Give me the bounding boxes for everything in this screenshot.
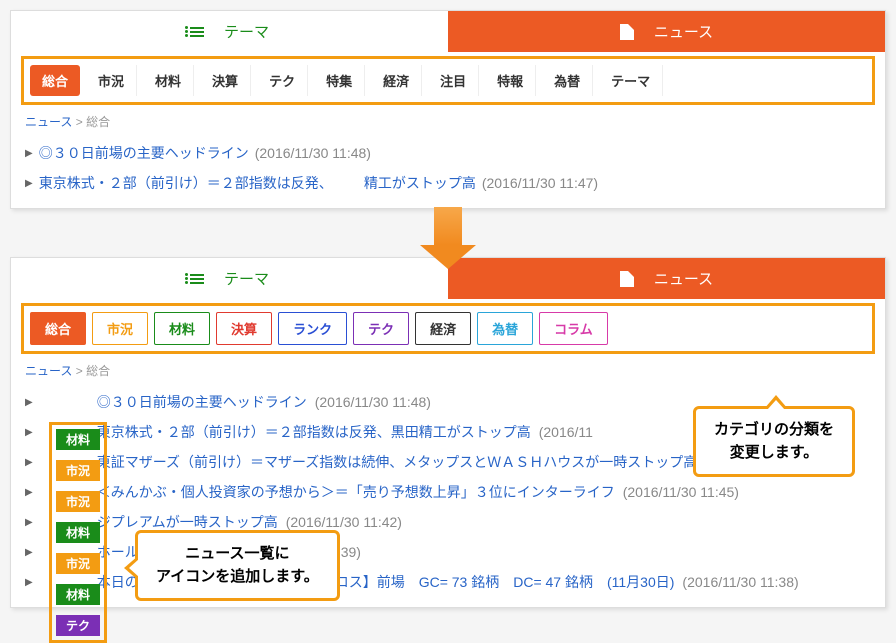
news-link[interactable]: ◎３０日前場の主要ヘッドライン: [39, 143, 249, 163]
category-highlight-before: 総合市況材料決算テク特集経済注目特報為替テーマ: [21, 56, 875, 105]
news-link[interactable]: ◎３０日前場の主要ヘッドライン: [97, 392, 307, 412]
chevron-right-icon: ▶: [25, 427, 33, 438]
category-tab-特報[interactable]: 特報: [485, 65, 536, 96]
chevron-right-icon: ▶: [25, 148, 33, 159]
category-badge: 材料: [56, 522, 100, 543]
category-tab-コラム[interactable]: コラム: [539, 312, 608, 345]
category-tab-市況[interactable]: 市況: [86, 65, 137, 96]
tab-theme[interactable]: テーマ: [11, 11, 448, 52]
category-tab-決算[interactable]: 決算: [200, 65, 251, 96]
arrow-down-icon: [420, 207, 476, 267]
category-tab-特集[interactable]: 特集: [314, 65, 365, 96]
news-timestamp: (2016/11/30 11:38): [682, 574, 798, 590]
chevron-right-icon: ▶: [25, 577, 33, 588]
category-tab-経済[interactable]: 経済: [415, 312, 471, 345]
chevron-right-icon: ▶: [25, 517, 33, 528]
tab-news[interactable]: ニュース: [448, 258, 885, 299]
chevron-right-icon: ▶: [25, 397, 33, 408]
news-timestamp: (2016/11/30 11:45): [623, 484, 739, 500]
news-item[interactable]: ▶ 東京株式・２部（前引け）＝２部指数は反発、 精工がストップ高 (2016/1…: [21, 168, 875, 198]
tab-theme[interactable]: テーマ: [11, 258, 448, 299]
panel-after: テーマ ニュース 総合市況材料決算ランクテク経済為替コラム ニュース > 総合 …: [10, 257, 886, 608]
document-icon: [620, 271, 634, 287]
category-badge: テク: [56, 615, 100, 636]
breadcrumb-root[interactable]: ニュース: [25, 364, 72, 378]
callout-category: カテゴリの分類を変更します。: [693, 406, 855, 477]
category-tab-テク[interactable]: テク: [257, 65, 308, 96]
category-badge: 市況: [56, 460, 100, 481]
category-tab-為替[interactable]: 為替: [542, 65, 593, 96]
news-link[interactable]: 東京株式・２部（前引け）＝２部指数は反発、黒田精工がストップ高: [97, 422, 531, 442]
news-link[interactable]: ジプレアムが一時ストップ高: [97, 512, 278, 532]
callout-icons: ニュース一覧にアイコンを追加します。: [135, 530, 340, 601]
category-tab-経済[interactable]: 経済: [371, 65, 422, 96]
breadcrumb: ニュース > 総合: [11, 358, 885, 383]
category-tab-材料[interactable]: 材料: [143, 65, 194, 96]
list-icon: [190, 27, 204, 37]
category-tab-テーマ[interactable]: テーマ: [599, 65, 663, 96]
badge-highlight: 材料市況市況材料市況材料テク: [49, 422, 107, 643]
category-tab-注目[interactable]: 注目: [428, 65, 479, 96]
list-icon: [190, 274, 204, 284]
main-tabs: テーマ ニュース: [11, 11, 885, 52]
tab-theme-label: テーマ: [224, 21, 269, 42]
news-link[interactable]: ＜みんかぶ・個人投資家の予想から＞＝「売り予想数上昇」３位にインターライフ: [97, 482, 615, 502]
breadcrumb-sep: >: [76, 115, 83, 129]
news-item[interactable]: ▶ ＜みんかぶ・個人投資家の予想から＞＝「売り予想数上昇」３位にインターライフ (…: [21, 477, 875, 507]
category-tab-為替[interactable]: 為替: [477, 312, 533, 345]
chevron-right-icon: ▶: [25, 178, 33, 189]
category-badge: 市況: [56, 553, 100, 574]
category-badge: 材料: [56, 429, 100, 450]
tab-news-label: ニュース: [654, 268, 713, 289]
breadcrumb-current: 総合: [86, 364, 110, 378]
breadcrumb-root[interactable]: ニュース: [25, 115, 72, 129]
breadcrumb-current: 総合: [86, 115, 110, 129]
category-badge: 市況: [56, 491, 100, 512]
news-timestamp: (2016/11/30 11:48): [315, 394, 431, 410]
category-highlight-after: 総合市況材料決算ランクテク経済為替コラム: [21, 303, 875, 354]
chevron-right-icon: ▶: [25, 457, 33, 468]
category-tab-材料[interactable]: 材料: [154, 312, 210, 345]
category-tabs-new: 総合市況材料決算ランクテク経済為替コラム: [30, 312, 866, 345]
breadcrumb: ニュース > 総合: [11, 109, 885, 134]
panel-before: テーマ ニュース 総合市況材料決算テク特集経済注目特報為替テーマ ニュース > …: [10, 10, 886, 209]
chevron-right-icon: ▶: [25, 547, 33, 558]
category-tab-市況[interactable]: 市況: [92, 312, 148, 345]
news-timestamp: (2016/11/30 11:48): [255, 145, 371, 161]
category-tab-決算[interactable]: 決算: [216, 312, 272, 345]
news-list-old: ▶ ◎３０日前場の主要ヘッドライン (2016/11/30 11:48) ▶ 東…: [11, 134, 885, 208]
category-tab-総合[interactable]: 総合: [30, 312, 86, 345]
news-timestamp: (2016/11/30 11:42): [286, 514, 402, 530]
category-badge: 材料: [56, 584, 100, 605]
tab-news[interactable]: ニュース: [448, 11, 885, 52]
breadcrumb-sep: >: [76, 364, 83, 378]
news-timestamp: (2016/11/30 11:47): [482, 175, 598, 191]
news-link[interactable]: 東京株式・２部（前引け）＝２部指数は反発、 精工がストップ高: [39, 173, 476, 193]
category-tab-総合[interactable]: 総合: [30, 65, 80, 96]
news-item[interactable]: ▶ ◎３０日前場の主要ヘッドライン (2016/11/30 11:48): [21, 138, 875, 168]
news-link[interactable]: 東証マザーズ（前引け）＝マザーズ指数は続伸、メタップスとＷＡＳＨハウスが一時スト…: [97, 452, 698, 472]
category-tabs-old: 総合市況材料決算テク特集経済注目特報為替テーマ: [30, 65, 866, 96]
news-timestamp: (2016/11: [539, 424, 593, 440]
document-icon: [620, 24, 634, 40]
tab-theme-label: テーマ: [224, 268, 269, 289]
category-tab-テク[interactable]: テク: [353, 312, 409, 345]
chevron-right-icon: ▶: [25, 487, 33, 498]
category-tab-ランク[interactable]: ランク: [278, 312, 347, 345]
tab-news-label: ニュース: [654, 21, 713, 42]
